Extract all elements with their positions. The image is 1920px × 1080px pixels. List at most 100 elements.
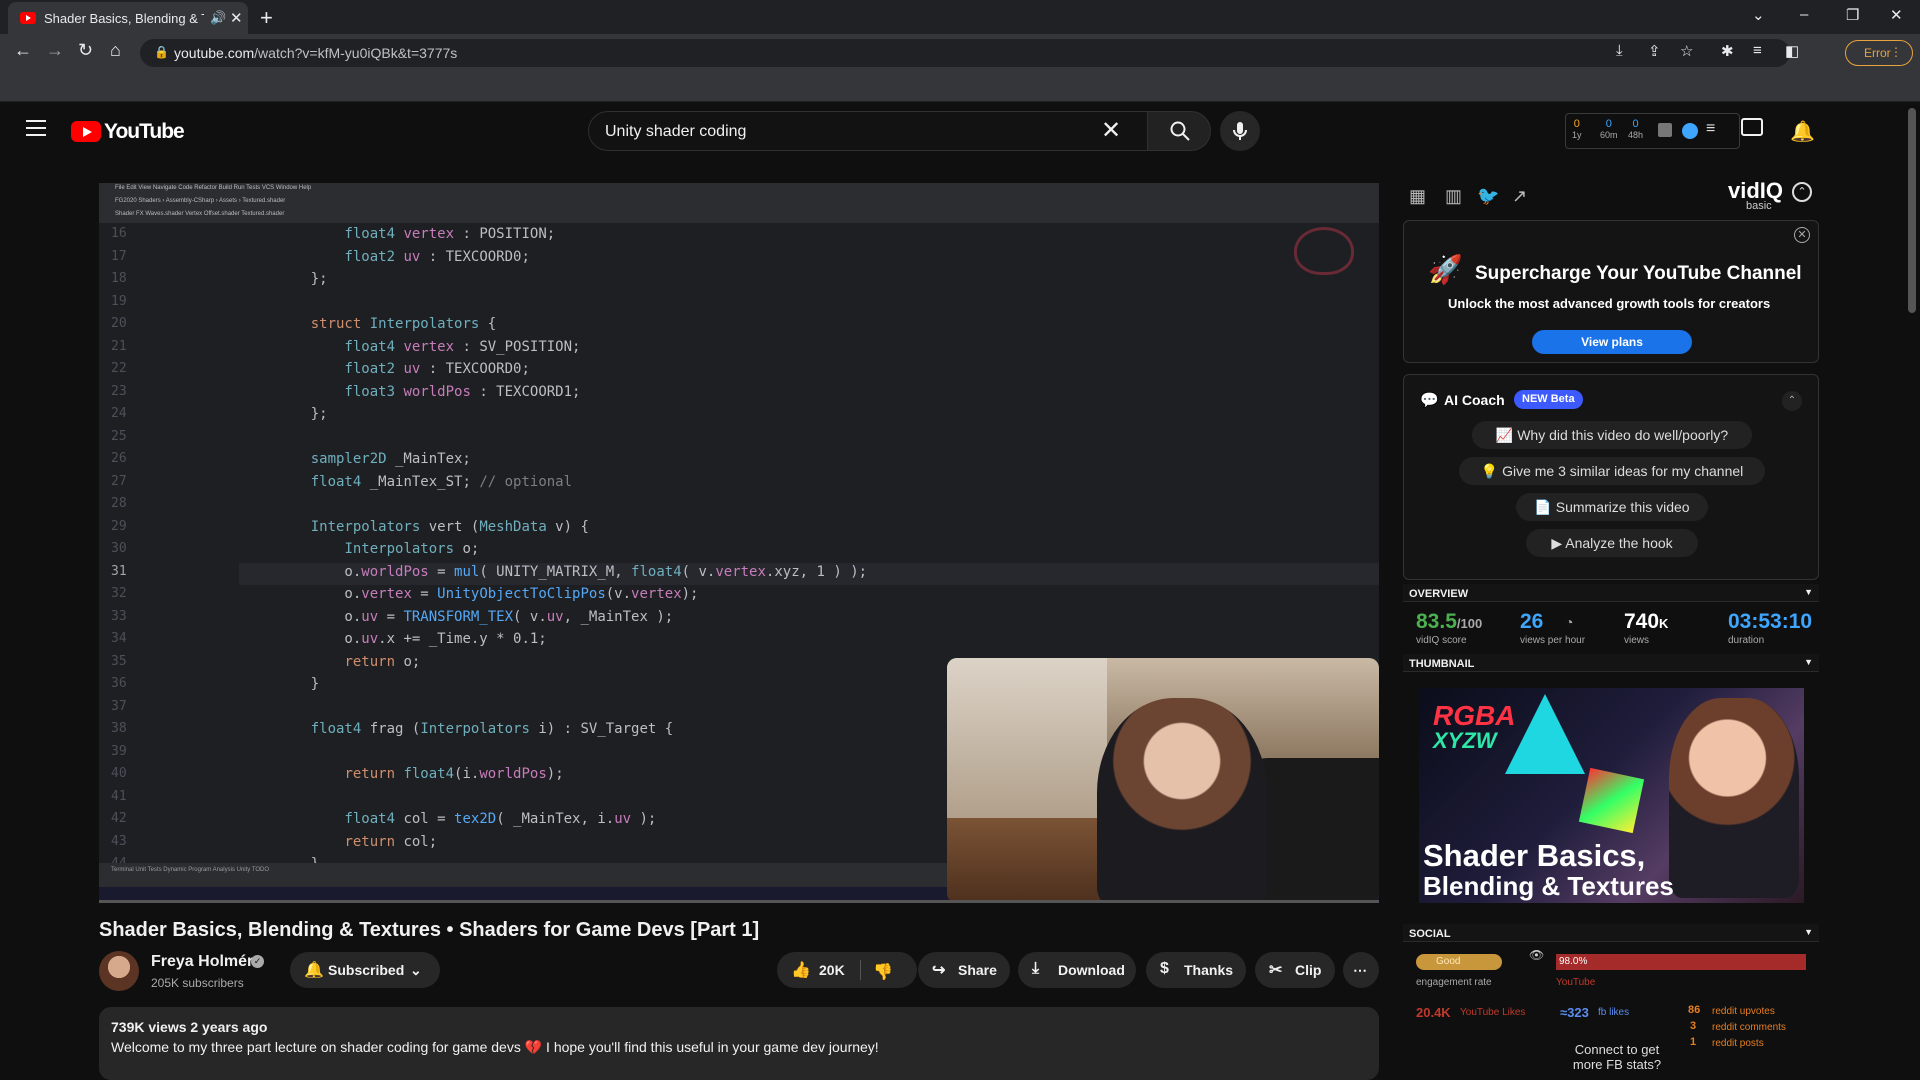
reload-icon[interactable]: ↻ (78, 40, 93, 61)
clear-search-icon[interactable]: ✕ (1101, 116, 1121, 145)
code-line[interactable]: return col; (277, 834, 437, 850)
restore-icon[interactable]: ❐ (1846, 6, 1859, 24)
code-line[interactable]: struct Interpolators { (277, 316, 496, 332)
code-line[interactable]: }; (277, 271, 328, 287)
code-line[interactable]: float4 frag (Interpolators i) : SV_Targe… (277, 721, 673, 737)
forward-icon[interactable]: → (46, 40, 64, 61)
code-line[interactable]: float4 _MainTex_ST; // optional (277, 474, 572, 490)
code-line[interactable]: float4 vertex : SV_POSITION; (277, 339, 580, 355)
twitter-icon[interactable]: 🐦 (1477, 186, 1499, 207)
line-number: 24 (111, 406, 127, 421)
download-button[interactable]: ⤓ Download (1018, 952, 1136, 988)
vidiq-header-stats[interactable]: 0 1y 0 60m 0 48h ≡ (1565, 113, 1740, 149)
vidiq-badge-icon[interactable] (1682, 123, 1698, 139)
code-line[interactable]: float3 worldPos : TEXCOORD1; (277, 384, 580, 400)
side-panel-icon[interactable]: ◧ (1785, 42, 1799, 60)
collapse-chevron-icon[interactable]: ⌃ (1782, 391, 1802, 411)
new-tab-button[interactable]: + (260, 5, 273, 31)
code-line[interactable]: float2 uv : TEXCOORD0; (277, 361, 529, 377)
view-plans-button[interactable]: View plans (1532, 330, 1692, 354)
coach-question-2[interactable]: 💡 Give me 3 similar ideas for my channel (1459, 457, 1765, 485)
share-button[interactable]: ↪ Share (918, 952, 1010, 988)
coach-question-1[interactable]: 📈 Why did this video do well/poorly? (1472, 421, 1752, 449)
more-icon: ⋮ (1890, 45, 1902, 59)
share-page-icon[interactable]: ⇪ (1648, 42, 1661, 60)
close-tab-icon[interactable]: ✕ (230, 9, 243, 27)
code-line[interactable]: float2 uv : TEXCOORD0; (277, 249, 529, 265)
vidiq-chart-icon[interactable] (1658, 123, 1672, 137)
youtube-logo-icon[interactable] (71, 121, 101, 142)
youtube-logo-text[interactable]: YouTube (104, 120, 185, 144)
connect-fb-link[interactable]: Connect to get more FB stats? (1562, 1042, 1672, 1072)
yt-source-label: YouTube (1556, 977, 1596, 988)
code-line[interactable]: Interpolators o; (277, 541, 479, 557)
thumb-cube (1578, 767, 1645, 834)
subscribed-button[interactable]: 🔔 Subscribed ⌄ (290, 952, 440, 988)
code-line[interactable]: }; (277, 406, 328, 422)
code-line[interactable]: o.vertex = UnityObjectToClipPos(v.vertex… (277, 586, 698, 602)
home-icon[interactable]: ⌂ (110, 40, 121, 61)
like-count[interactable]: 20K (819, 962, 845, 978)
thumbnail-section-header[interactable]: THUMBNAIL ▼ (1403, 654, 1819, 672)
error-profile-button[interactable]: Error ⋮ (1845, 40, 1913, 66)
vidiq-stat-1y: 0 1y (1572, 118, 1582, 140)
close-promo-icon[interactable]: ✕ (1794, 227, 1810, 243)
code-line[interactable]: float4 vertex : POSITION; (277, 226, 555, 242)
extensions-icon[interactable]: ✱ (1721, 42, 1734, 60)
url-bar[interactable]: 🔒 youtube.com/watch?v=kfM-yu0iQBk&t=3777… (140, 39, 1790, 67)
social-section-header[interactable]: SOCIAL ▼ (1403, 924, 1819, 942)
code-line[interactable]: sampler2D _MainTex; (277, 451, 471, 467)
like-icon[interactable]: 👍 (791, 960, 811, 980)
video-player[interactable]: File Edit View Navigate Code Refactor Bu… (99, 183, 1379, 903)
dislike-icon[interactable]: 👎 (873, 962, 893, 982)
video-duration: 03:53:10 (1728, 610, 1813, 633)
ide-tabs: Shader FX Waves.shader Vertex Offset.sha… (115, 211, 285, 217)
notifications-bell-icon[interactable]: 🔔 (1790, 119, 1815, 144)
overview-section-header[interactable]: OVERVIEW ▼ (1403, 584, 1819, 602)
lightbulb-icon: 💡 (1480, 463, 1503, 479)
reddit-comments-value: 3 (1690, 1020, 1697, 1032)
coach-question-3[interactable]: 📄 Summarize this video (1516, 493, 1708, 521)
media-controls-icon[interactable]: ≡ (1753, 42, 1762, 59)
channel-avatar[interactable] (99, 951, 139, 991)
page-scrollbar[interactable] (1908, 108, 1916, 313)
search-input[interactable]: Unity shader coding ✕ (588, 111, 1148, 151)
hamburger-menu-icon[interactable] (26, 120, 46, 136)
code-line[interactable]: } (277, 676, 319, 692)
voice-search-button[interactable] (1220, 111, 1260, 151)
browser-tab[interactable]: Shader Basics, Blending & Te 🔊 ✕ (8, 2, 248, 34)
code-line[interactable]: Interpolators vert (MeshData v) { (277, 519, 589, 535)
description-box[interactable]: 739K views 2 years ago Welcome to my thr… (99, 1007, 1379, 1080)
vidiq-collapse-icon[interactable]: ⌃ (1792, 182, 1812, 202)
code-line[interactable]: o.worldPos = mul( UNITY_MATRIX_M, float4… (277, 564, 867, 580)
thumb-xyzw: XYZW (1433, 728, 1497, 753)
code-line[interactable]: return o; (277, 654, 420, 670)
video-progress-bar[interactable] (99, 900, 1379, 903)
tab-search-icon[interactable]: ⌄ (1752, 6, 1765, 24)
channel-name[interactable]: Freya Holmér (151, 953, 253, 971)
vidiq-stats-icon[interactable]: ▥ (1445, 186, 1462, 207)
more-actions-button[interactable]: ⋯ (1343, 952, 1379, 988)
code-line[interactable]: return float4(i.worldPos); (277, 766, 563, 782)
vidiq-grid-icon[interactable]: ▦ (1409, 186, 1426, 207)
minimize-icon[interactable]: – (1800, 6, 1808, 23)
search-icon (1170, 121, 1190, 141)
speaker-icon[interactable]: 🔊 (210, 10, 226, 26)
back-icon[interactable]: ← (14, 40, 32, 61)
trending-icon[interactable]: ↗ (1512, 186, 1527, 207)
code-line[interactable]: o.uv = TRANSFORM_TEX( v.uv, _MainTex ); (277, 609, 673, 625)
bookmark-star-icon[interactable]: ☆ (1680, 42, 1693, 60)
search-button[interactable] (1147, 111, 1211, 151)
code-line[interactable]: float4 col = tex2D( _MainTex, i.uv ); (277, 811, 656, 827)
install-icon[interactable]: ⤓ (1616, 42, 1623, 59)
thanks-button[interactable]: $ Thanks (1146, 952, 1246, 988)
close-window-icon[interactable]: ✕ (1890, 6, 1903, 24)
reddit-posts-label: reddit posts (1712, 1038, 1764, 1049)
clip-button[interactable]: ✂ Clip (1255, 952, 1335, 988)
promo-heading: Supercharge Your YouTube Channel (1475, 263, 1802, 284)
vidiq-menu-icon[interactable]: ≡ (1706, 120, 1715, 138)
coach-question-4[interactable]: ▶ Analyze the hook (1526, 529, 1698, 557)
create-video-icon[interactable] (1741, 118, 1763, 136)
code-line[interactable]: o.uv.x += _Time.y * 0.1; (277, 631, 546, 647)
video-thumbnail[interactable]: RGBA XYZW Shader Basics, Blending & Text… (1419, 688, 1804, 903)
